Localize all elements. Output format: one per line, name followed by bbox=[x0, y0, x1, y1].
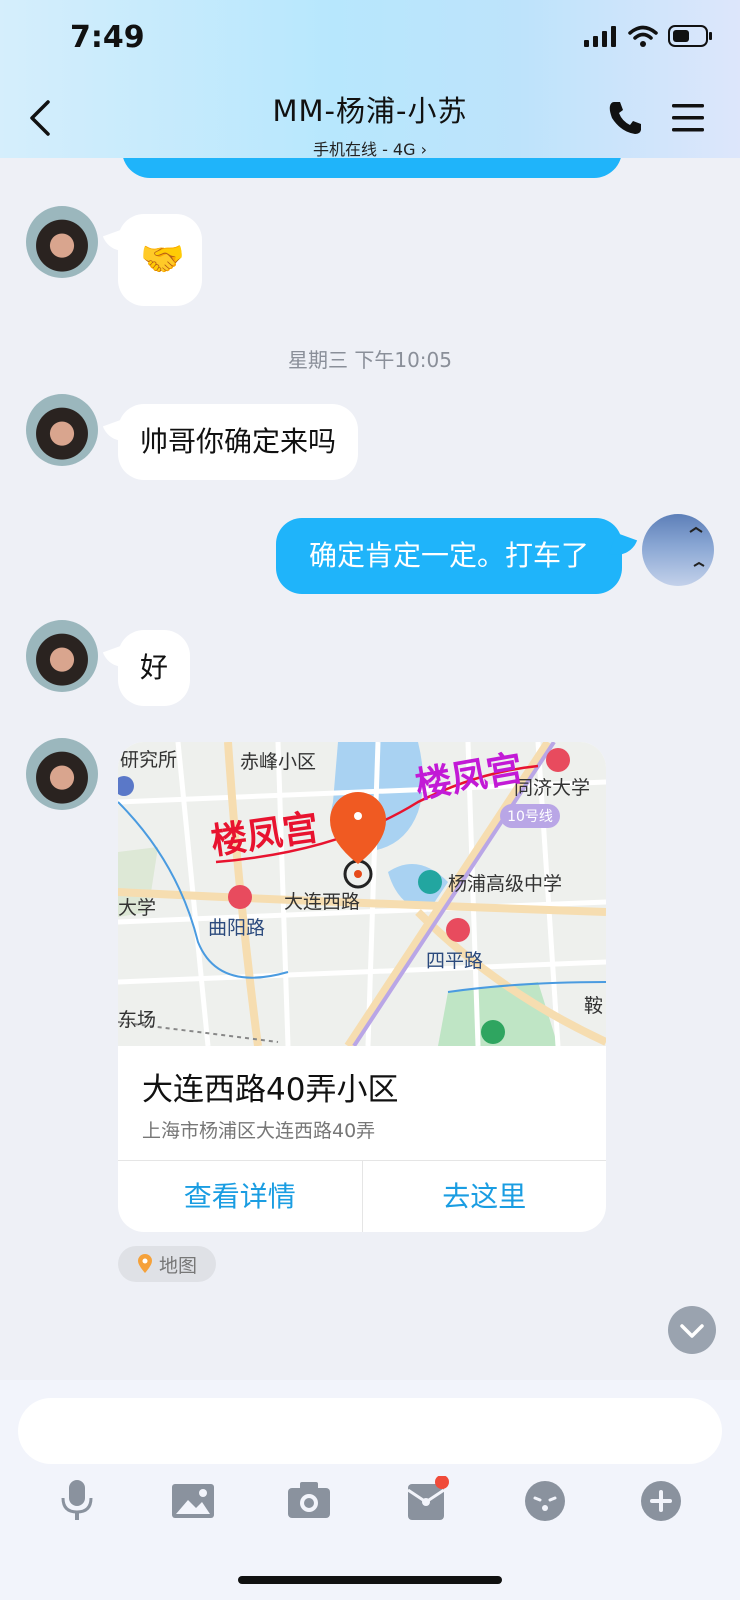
bird-icon bbox=[689, 526, 705, 567]
contact-avatar[interactable] bbox=[26, 620, 98, 692]
signal-icon bbox=[584, 26, 616, 47]
microphone-icon bbox=[61, 1480, 93, 1520]
my-avatar[interactable] bbox=[642, 514, 714, 586]
map-pin-icon bbox=[137, 1254, 152, 1273]
school-icon bbox=[418, 870, 442, 894]
place-name: 大连西路40弄小区 bbox=[142, 1072, 399, 1108]
online-status[interactable]: 手机在线 - 4G › bbox=[0, 136, 740, 160]
emoji-message[interactable]: 🤝 bbox=[118, 214, 202, 306]
map-label: 赤峰小区 bbox=[240, 751, 316, 773]
map-label: 鞍 bbox=[584, 995, 603, 1017]
contact-avatar[interactable] bbox=[26, 394, 98, 466]
input-bar bbox=[0, 1380, 740, 1600]
map-label: 杨浦高级中学 bbox=[448, 873, 562, 895]
scroll-to-bottom-button[interactable] bbox=[668, 1306, 716, 1354]
more-button[interactable] bbox=[636, 1476, 686, 1526]
map-label: 东场 bbox=[118, 1009, 156, 1031]
online-status-text: 手机在线 - 4G bbox=[312, 140, 416, 159]
map-label: 四平路 bbox=[426, 950, 483, 972]
home-indicator bbox=[238, 1576, 502, 1584]
emoji-icon bbox=[525, 1481, 565, 1521]
menu-button[interactable] bbox=[668, 98, 708, 138]
contact-avatar[interactable] bbox=[26, 738, 98, 810]
view-details-button[interactable]: 查看详情 bbox=[118, 1161, 362, 1232]
place-address: 上海市杨浦区大连西路40弄 bbox=[142, 1120, 376, 1142]
map-label: 研究所 bbox=[120, 749, 177, 771]
text-message[interactable]: 好 bbox=[118, 630, 191, 706]
camera-icon bbox=[288, 1482, 330, 1518]
image-icon bbox=[172, 1484, 214, 1518]
message-input[interactable] bbox=[18, 1398, 722, 1464]
navigate-button[interactable]: 去这里 bbox=[361, 1161, 607, 1232]
location-card[interactable]: 研究所 赤峰小区 同济大学 杨浦高级中学 大连西路 曲阳路 四平路 大学 鞍 东… bbox=[118, 742, 606, 1232]
battery-icon bbox=[668, 25, 712, 47]
red-packet-button[interactable] bbox=[402, 1475, 452, 1526]
park-icon bbox=[481, 1020, 505, 1044]
camera-button[interactable] bbox=[284, 1476, 334, 1526]
phone-icon bbox=[609, 102, 641, 134]
map-label: 大连西路 bbox=[284, 891, 360, 913]
chat-messages[interactable]: 🤝 星期三 下午10:05 帅哥你确定来吗 确定肯定一定。打车了 好 研究所 赤… bbox=[0, 0, 740, 1380]
chevron-right-icon: › bbox=[420, 140, 428, 159]
call-button[interactable] bbox=[606, 98, 646, 138]
plus-icon bbox=[641, 1481, 681, 1521]
status-icons bbox=[584, 24, 714, 48]
map-tag-label: 地图 bbox=[158, 1254, 197, 1277]
status-time: 7:49 bbox=[70, 20, 145, 55]
chat-header: 7:49 MM-杨浦-小苏 手机在线 - 4G › bbox=[0, 0, 740, 160]
voice-button[interactable] bbox=[52, 1476, 102, 1526]
handshake-emoji: 🤝 bbox=[140, 239, 185, 280]
menu-icon bbox=[672, 104, 704, 132]
map-preview[interactable]: 研究所 赤峰小区 同济大学 杨浦高级中学 大连西路 曲阳路 四平路 大学 鞍 东… bbox=[118, 742, 606, 1046]
map-label: 大学 bbox=[118, 897, 156, 919]
map-label: 曲阳路 bbox=[208, 917, 265, 939]
red-packet-icon bbox=[407, 1475, 449, 1520]
location-actions: 查看详情 去这里 bbox=[118, 1160, 606, 1232]
text-message[interactable]: 帅哥你确定来吗 bbox=[118, 404, 359, 480]
map-source-tag[interactable]: 地图 bbox=[118, 1246, 216, 1282]
message-timestamp: 星期三 下午10:05 bbox=[288, 348, 452, 372]
input-toolbar bbox=[0, 1475, 740, 1540]
chevron-down-icon bbox=[680, 1324, 704, 1338]
wifi-icon bbox=[628, 25, 658, 47]
contact-avatar[interactable] bbox=[26, 206, 98, 278]
metro-line-label: 10号线 bbox=[507, 809, 553, 825]
emoji-button[interactable] bbox=[520, 1476, 570, 1526]
my-text-message[interactable]: 确定肯定一定。打车了 bbox=[276, 518, 622, 594]
photo-button[interactable] bbox=[168, 1476, 218, 1526]
